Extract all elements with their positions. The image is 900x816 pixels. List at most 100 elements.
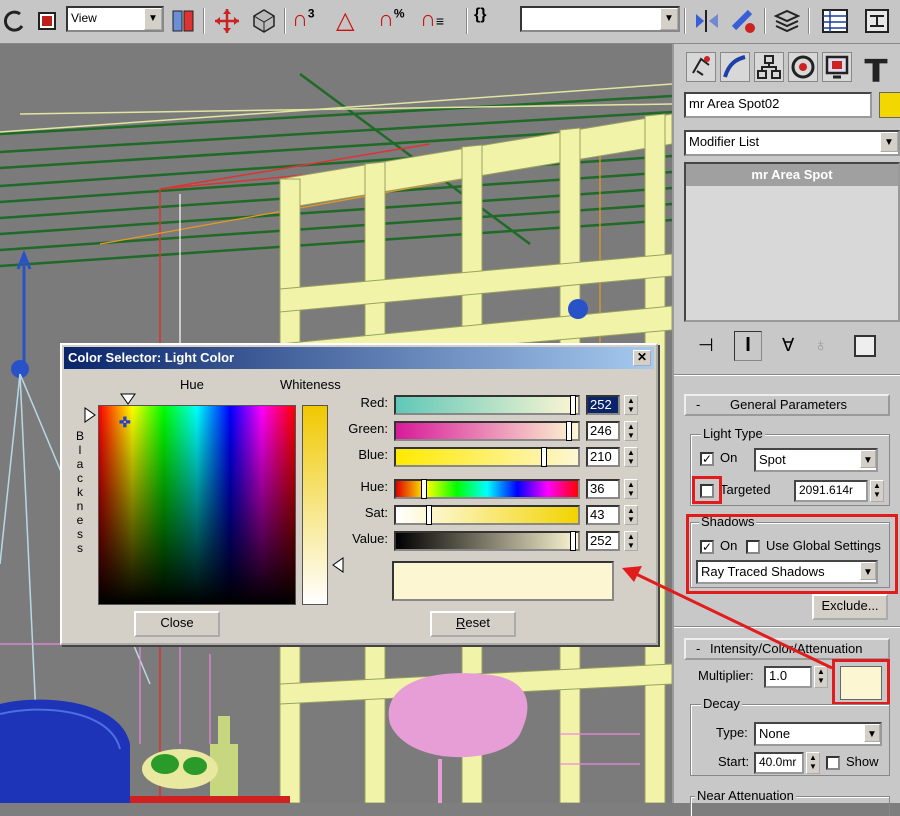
align-icon[interactable] xyxy=(728,6,758,36)
display-tab[interactable] xyxy=(822,52,852,82)
slider-spinner[interactable]: ▲ ▼ xyxy=(624,421,638,441)
named-selection-combo[interactable]: ▼ xyxy=(520,6,680,32)
decay-start-field[interactable]: 40.0mr xyxy=(754,752,804,774)
layer-icon[interactable] xyxy=(168,6,198,36)
slider-value[interactable]: 252 xyxy=(586,395,620,415)
dialog-titlebar[interactable]: Color Selector: Light Color ✕ xyxy=(64,347,654,369)
percent-snap-icon[interactable]: ∩% xyxy=(378,6,408,36)
target-distance-field[interactable]: 2091.614r xyxy=(794,480,868,502)
reset-button[interactable]: Reset xyxy=(430,611,516,637)
hue-label: Hue xyxy=(180,377,204,392)
slider-track[interactable] xyxy=(394,447,580,467)
blackness-pointer-icon[interactable] xyxy=(84,407,96,423)
slider-thumb[interactable] xyxy=(421,479,427,499)
snap-3d-icon[interactable]: ∩3 xyxy=(292,6,322,36)
general-parameters-rollout[interactable]: - General Parameters xyxy=(684,394,890,416)
slider-spinner[interactable]: ▲ ▼ xyxy=(624,447,638,467)
slider-thumb[interactable] xyxy=(541,447,547,467)
slider-thumb[interactable] xyxy=(426,505,432,525)
close-icon[interactable]: ✕ xyxy=(633,350,651,366)
slider-spinner[interactable]: ▲ ▼ xyxy=(624,531,638,551)
slider-spinner[interactable]: ▲ ▼ xyxy=(624,479,638,499)
schematic-view-icon[interactable] xyxy=(862,6,892,36)
view-combo[interactable]: View ▼ xyxy=(66,6,164,32)
slider-spinner[interactable]: ▲ ▼ xyxy=(624,395,638,415)
modifier-list-dropdown[interactable]: Modifier List ▼ xyxy=(684,130,900,156)
multiplier-field[interactable]: 1.0 xyxy=(764,666,812,688)
multiplier-spinner[interactable]: ▲ ▼ xyxy=(814,666,828,688)
view-combo-value: View xyxy=(71,11,97,25)
slider-thumb[interactable] xyxy=(566,421,572,441)
color-preview-swatch xyxy=(392,561,614,601)
decay-start-spinner[interactable]: ▲ ▼ xyxy=(806,752,820,774)
whiteness-label: Whiteness xyxy=(280,377,341,392)
decay-start-label: Start: xyxy=(718,754,750,769)
hue-pointer-icon[interactable] xyxy=(120,393,136,405)
undo-icon[interactable] xyxy=(0,6,30,36)
spinner-snap-icon[interactable]: ∩≡ xyxy=(420,6,450,36)
slider-label: Green: xyxy=(348,421,388,436)
slider-track[interactable] xyxy=(394,505,580,525)
unlink-icon[interactable] xyxy=(248,6,278,36)
edit-named-selection-icon[interactable]: {} xyxy=(474,6,504,36)
slider-track[interactable] xyxy=(394,421,580,441)
layer-manager-icon[interactable] xyxy=(772,6,802,36)
exclude-button[interactable]: Exclude... xyxy=(812,594,888,620)
rgb-hsv-sliders: Red: 252 ▲ ▼ Green: 246 ▲ ▼ Blue: 210 ▲ ▼ Hue: 36 ▲ ▼ Sa… xyxy=(302,395,652,555)
highlight-shadows xyxy=(686,514,898,594)
slider-thumb[interactable] xyxy=(570,395,576,415)
decay-show-label: Show xyxy=(846,754,879,769)
hue-blackness-picker[interactable]: ✜ xyxy=(98,405,296,605)
rollout-title: General Parameters xyxy=(730,397,848,412)
utilities-tab[interactable] xyxy=(860,52,890,82)
slider-label: Hue: xyxy=(360,479,388,494)
chevron-down-icon[interactable]: ▼ xyxy=(144,8,162,30)
slider-thumb[interactable] xyxy=(570,531,576,551)
reset-label: eset xyxy=(465,615,490,630)
angle-snap-icon[interactable]: △ xyxy=(336,6,366,36)
close-button[interactable]: Close xyxy=(134,611,220,637)
chevron-down-icon[interactable]: ▼ xyxy=(880,132,898,152)
slider-value[interactable]: 246 xyxy=(586,421,620,441)
select-object-icon[interactable] xyxy=(32,6,62,36)
make-unique-icon[interactable]: ∀ xyxy=(782,335,794,356)
slider-track[interactable] xyxy=(394,479,580,499)
modify-icon xyxy=(723,55,746,78)
hierarchy-tab[interactable] xyxy=(754,52,784,82)
motion-tab[interactable] xyxy=(788,52,818,82)
configure-modifier-sets-icon[interactable] xyxy=(854,335,876,357)
chevron-down-icon[interactable]: ▼ xyxy=(660,8,678,30)
whiteness-pointer-icon[interactable] xyxy=(332,557,344,573)
intensity-rollout[interactable]: - Intensity/Color/Attenuation xyxy=(684,638,890,660)
create-tab[interactable] xyxy=(686,52,716,82)
light-on-checkbox[interactable]: ✓ xyxy=(700,452,714,466)
mirror-icon[interactable] xyxy=(692,6,722,36)
select-move-icon[interactable] xyxy=(212,6,242,36)
hammer-icon xyxy=(864,58,888,82)
show-end-result-icon[interactable]: I xyxy=(734,331,762,361)
target-distance-spinner[interactable]: ▲ ▼ xyxy=(870,480,884,502)
chevron-down-icon[interactable]: ▼ xyxy=(864,724,880,742)
modify-tab[interactable] xyxy=(720,52,750,82)
decay-show-checkbox[interactable] xyxy=(826,756,840,770)
slider-value[interactable]: 43 xyxy=(586,505,620,525)
slider-value[interactable]: 210 xyxy=(586,447,620,467)
stack-item[interactable]: mr Area Spot xyxy=(686,164,898,186)
curve-editor-icon[interactable] xyxy=(820,6,850,36)
remove-modifier-icon[interactable]: ♁ xyxy=(814,335,828,356)
slider-value[interactable]: 36 xyxy=(586,479,620,499)
slider-spinner[interactable]: ▲ ▼ xyxy=(624,505,638,525)
object-name-field[interactable]: mr Area Spot02 xyxy=(684,92,872,118)
light-type-dropdown[interactable]: Spot ▼ xyxy=(754,448,878,472)
stack-toolbar: ⊣ I ∀ ♁ xyxy=(682,331,898,363)
slider-track[interactable] xyxy=(394,395,580,415)
decay-type-dropdown[interactable]: None ▼ xyxy=(754,722,882,746)
motion-icon xyxy=(791,55,815,79)
object-name-value: mr Area Spot02 xyxy=(689,96,780,111)
pin-stack-icon[interactable]: ⊣ xyxy=(698,335,714,356)
group-label: Near Attenuation xyxy=(695,788,796,803)
slider-track[interactable] xyxy=(394,531,580,551)
chevron-down-icon[interactable]: ▼ xyxy=(860,450,876,468)
slider-value[interactable]: 252 xyxy=(586,531,620,551)
object-color-swatch[interactable] xyxy=(879,92,900,118)
